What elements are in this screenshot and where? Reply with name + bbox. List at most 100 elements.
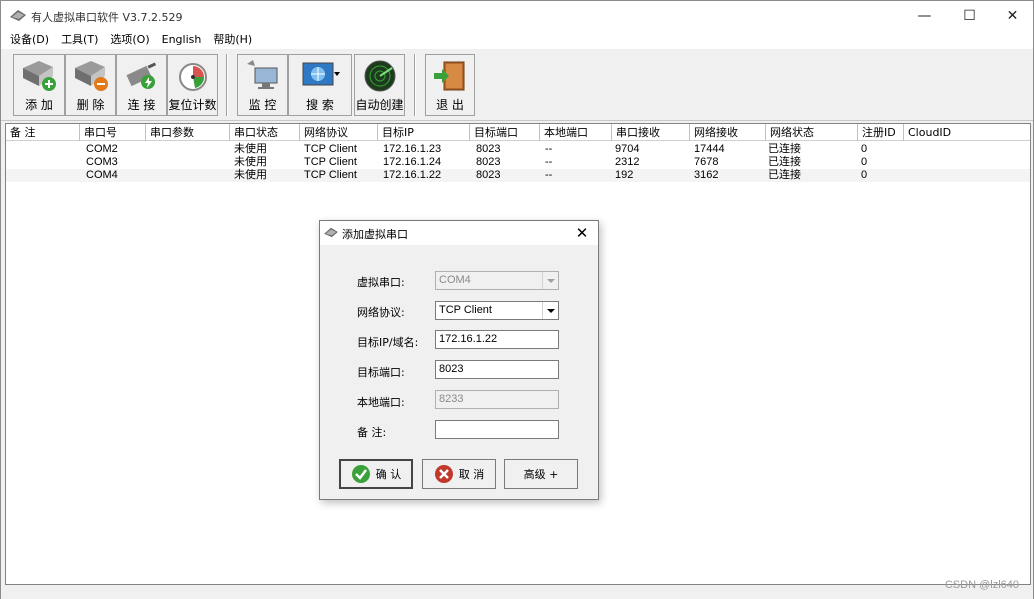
- delete-label: 删 除: [76, 98, 105, 112]
- cell-target-port: 8023: [476, 156, 501, 168]
- add-button[interactable]: 添 加: [13, 54, 65, 116]
- table-row[interactable]: COM3 未使用 TCP Client 172.16.1.24 8023 -- …: [6, 156, 1030, 169]
- minimize-button[interactable]: —: [902, 1, 947, 31]
- column-header-port[interactable]: 串口号: [80, 124, 146, 141]
- confirm-label: 确 认: [375, 468, 402, 481]
- cell-port: COM3: [86, 156, 118, 168]
- column-header-net-status[interactable]: 网络状态: [766, 124, 858, 141]
- note-label: 备 注:: [357, 426, 387, 439]
- cell-protocol: TCP Client: [304, 156, 357, 168]
- exit-door-icon: [434, 61, 465, 91]
- virtual-port-label: 虚拟串口:: [357, 276, 405, 289]
- maximize-button[interactable]: ☐: [947, 1, 992, 31]
- protocol-select[interactable]: TCP Client: [435, 301, 559, 320]
- cell-register-id: 0: [861, 156, 868, 168]
- cell-net-rx: 7678: [694, 156, 719, 168]
- monitor-label: 监 控: [248, 98, 277, 112]
- column-header-protocol[interactable]: 网络协议: [300, 124, 378, 141]
- reset-count-button[interactable]: 复位计数: [167, 54, 218, 116]
- column-header-serial-rx[interactable]: 串口接收: [612, 124, 690, 141]
- search-label: 搜 索: [306, 98, 334, 112]
- column-header-cloud-id[interactable]: CloudID: [904, 124, 1030, 141]
- menu-help[interactable]: 帮助(H): [207, 31, 258, 49]
- menu-options[interactable]: 选项(O): [104, 31, 155, 49]
- cell-local-port: --: [545, 169, 553, 181]
- column-header-register-id[interactable]: 注册ID: [858, 124, 904, 141]
- cell-target-ip: 172.16.1.23: [383, 143, 442, 155]
- connect-plug-icon: [125, 62, 156, 89]
- add-virtual-port-dialog: 添加虚拟串口 ✕ 虚拟串口: COM4 网络协议: TCP Client 目标I…: [319, 220, 599, 500]
- search-button[interactable]: 搜 索: [288, 54, 352, 116]
- target-port-label: 目标端口:: [357, 366, 405, 379]
- cell-port: COM2: [86, 143, 118, 155]
- cell-net-status: 已连接: [768, 169, 801, 181]
- column-header-port-status[interactable]: 串口状态: [230, 124, 300, 141]
- cell-port: COM4: [86, 169, 118, 181]
- protocol-label: 网络协议:: [357, 306, 405, 319]
- column-header-note[interactable]: 备 注: [6, 124, 80, 141]
- confirm-button[interactable]: 确 认: [339, 459, 413, 489]
- table-row[interactable]: COM2 未使用 TCP Client 172.16.1.23 8023 -- …: [6, 143, 1030, 156]
- cell-port-status: 未使用: [234, 169, 267, 181]
- status-bar: [1, 585, 1033, 599]
- add-port-icon: [23, 61, 56, 91]
- check-icon: [351, 465, 370, 483]
- cell-register-id: 0: [861, 143, 868, 155]
- cell-local-port: --: [545, 143, 553, 155]
- connect-label: 连 接: [127, 98, 156, 112]
- exit-button[interactable]: 退 出: [425, 54, 475, 116]
- column-header-local-port[interactable]: 本地端口: [540, 124, 612, 141]
- dialog-close-button[interactable]: ✕: [572, 223, 592, 243]
- cell-port-status: 未使用: [234, 156, 267, 168]
- toolbar: 添 加 删 除 连 接 复位计数 监 控 搜 索 自动创建 退 出: [1, 49, 1033, 121]
- chevron-down-icon[interactable]: [542, 302, 558, 319]
- list-header: 备 注 串口号 串口参数 串口状态 网络协议 目标IP 目标端口 本地端口 串口…: [6, 124, 1030, 141]
- cell-register-id: 0: [861, 169, 868, 181]
- menu-english[interactable]: English: [156, 31, 208, 49]
- exit-label: 退 出: [436, 98, 464, 112]
- target-port-input[interactable]: 8023: [435, 360, 559, 379]
- column-header-net-rx[interactable]: 网络接收: [690, 124, 766, 141]
- connect-button[interactable]: 连 接: [116, 54, 167, 116]
- cell-net-rx: 3162: [694, 169, 719, 181]
- advanced-label: 高级 +: [523, 468, 559, 481]
- menu-tools[interactable]: 工具(T): [55, 31, 104, 49]
- reset-gauge-icon: [178, 63, 207, 91]
- local-port-input: 8233: [435, 390, 559, 409]
- cell-net-status: 已连接: [768, 156, 801, 168]
- cell-serial-rx: 9704: [615, 143, 640, 155]
- toolbar-separator: [414, 54, 416, 116]
- cell-net-status: 已连接: [768, 143, 801, 155]
- dialog-title: 添加虚拟串口: [342, 228, 408, 241]
- auto-create-label: 自动创建: [355, 98, 404, 112]
- cell-serial-rx: 192: [615, 169, 634, 181]
- close-button[interactable]: ✕: [990, 1, 1034, 31]
- watermark: CSDN @lzl640: [944, 579, 1019, 591]
- reset-count-label: 复位计数: [168, 98, 217, 112]
- delete-port-icon: [74, 61, 108, 91]
- target-ip-input[interactable]: 172.16.1.22: [435, 330, 559, 349]
- cell-target-ip: 172.16.1.22: [383, 169, 442, 181]
- virtual-port-value: COM4: [439, 274, 471, 286]
- chevron-down-icon: [542, 272, 558, 289]
- radar-icon: [364, 60, 395, 92]
- cell-target-ip: 172.16.1.24: [383, 156, 442, 168]
- monitor-icon: [246, 60, 277, 89]
- cell-protocol: TCP Client: [304, 143, 357, 155]
- monitor-button[interactable]: 监 控: [237, 54, 288, 116]
- delete-button[interactable]: 删 除: [65, 54, 116, 116]
- main-window: 有人虚拟串口软件 V3.7.2.529 — ☐ ✕ 设备(D) 工具(T) 选项…: [0, 0, 1034, 599]
- add-label: 添 加: [25, 98, 53, 112]
- cancel-button[interactable]: 取 消: [422, 459, 496, 489]
- column-header-params[interactable]: 串口参数: [146, 124, 230, 141]
- column-header-target-port[interactable]: 目标端口: [470, 124, 540, 141]
- column-header-target-ip[interactable]: 目标IP: [378, 124, 470, 141]
- table-row[interactable]: COM4 未使用 TCP Client 172.16.1.22 8023 -- …: [6, 169, 1030, 182]
- local-port-label: 本地端口:: [357, 396, 405, 409]
- note-input[interactable]: [435, 420, 559, 439]
- cell-local-port: --: [545, 156, 553, 168]
- cell-target-port: 8023: [476, 143, 501, 155]
- auto-create-button[interactable]: 自动创建: [354, 54, 405, 116]
- menu-device[interactable]: 设备(D): [1, 31, 55, 49]
- advanced-button[interactable]: 高级 +: [504, 459, 578, 489]
